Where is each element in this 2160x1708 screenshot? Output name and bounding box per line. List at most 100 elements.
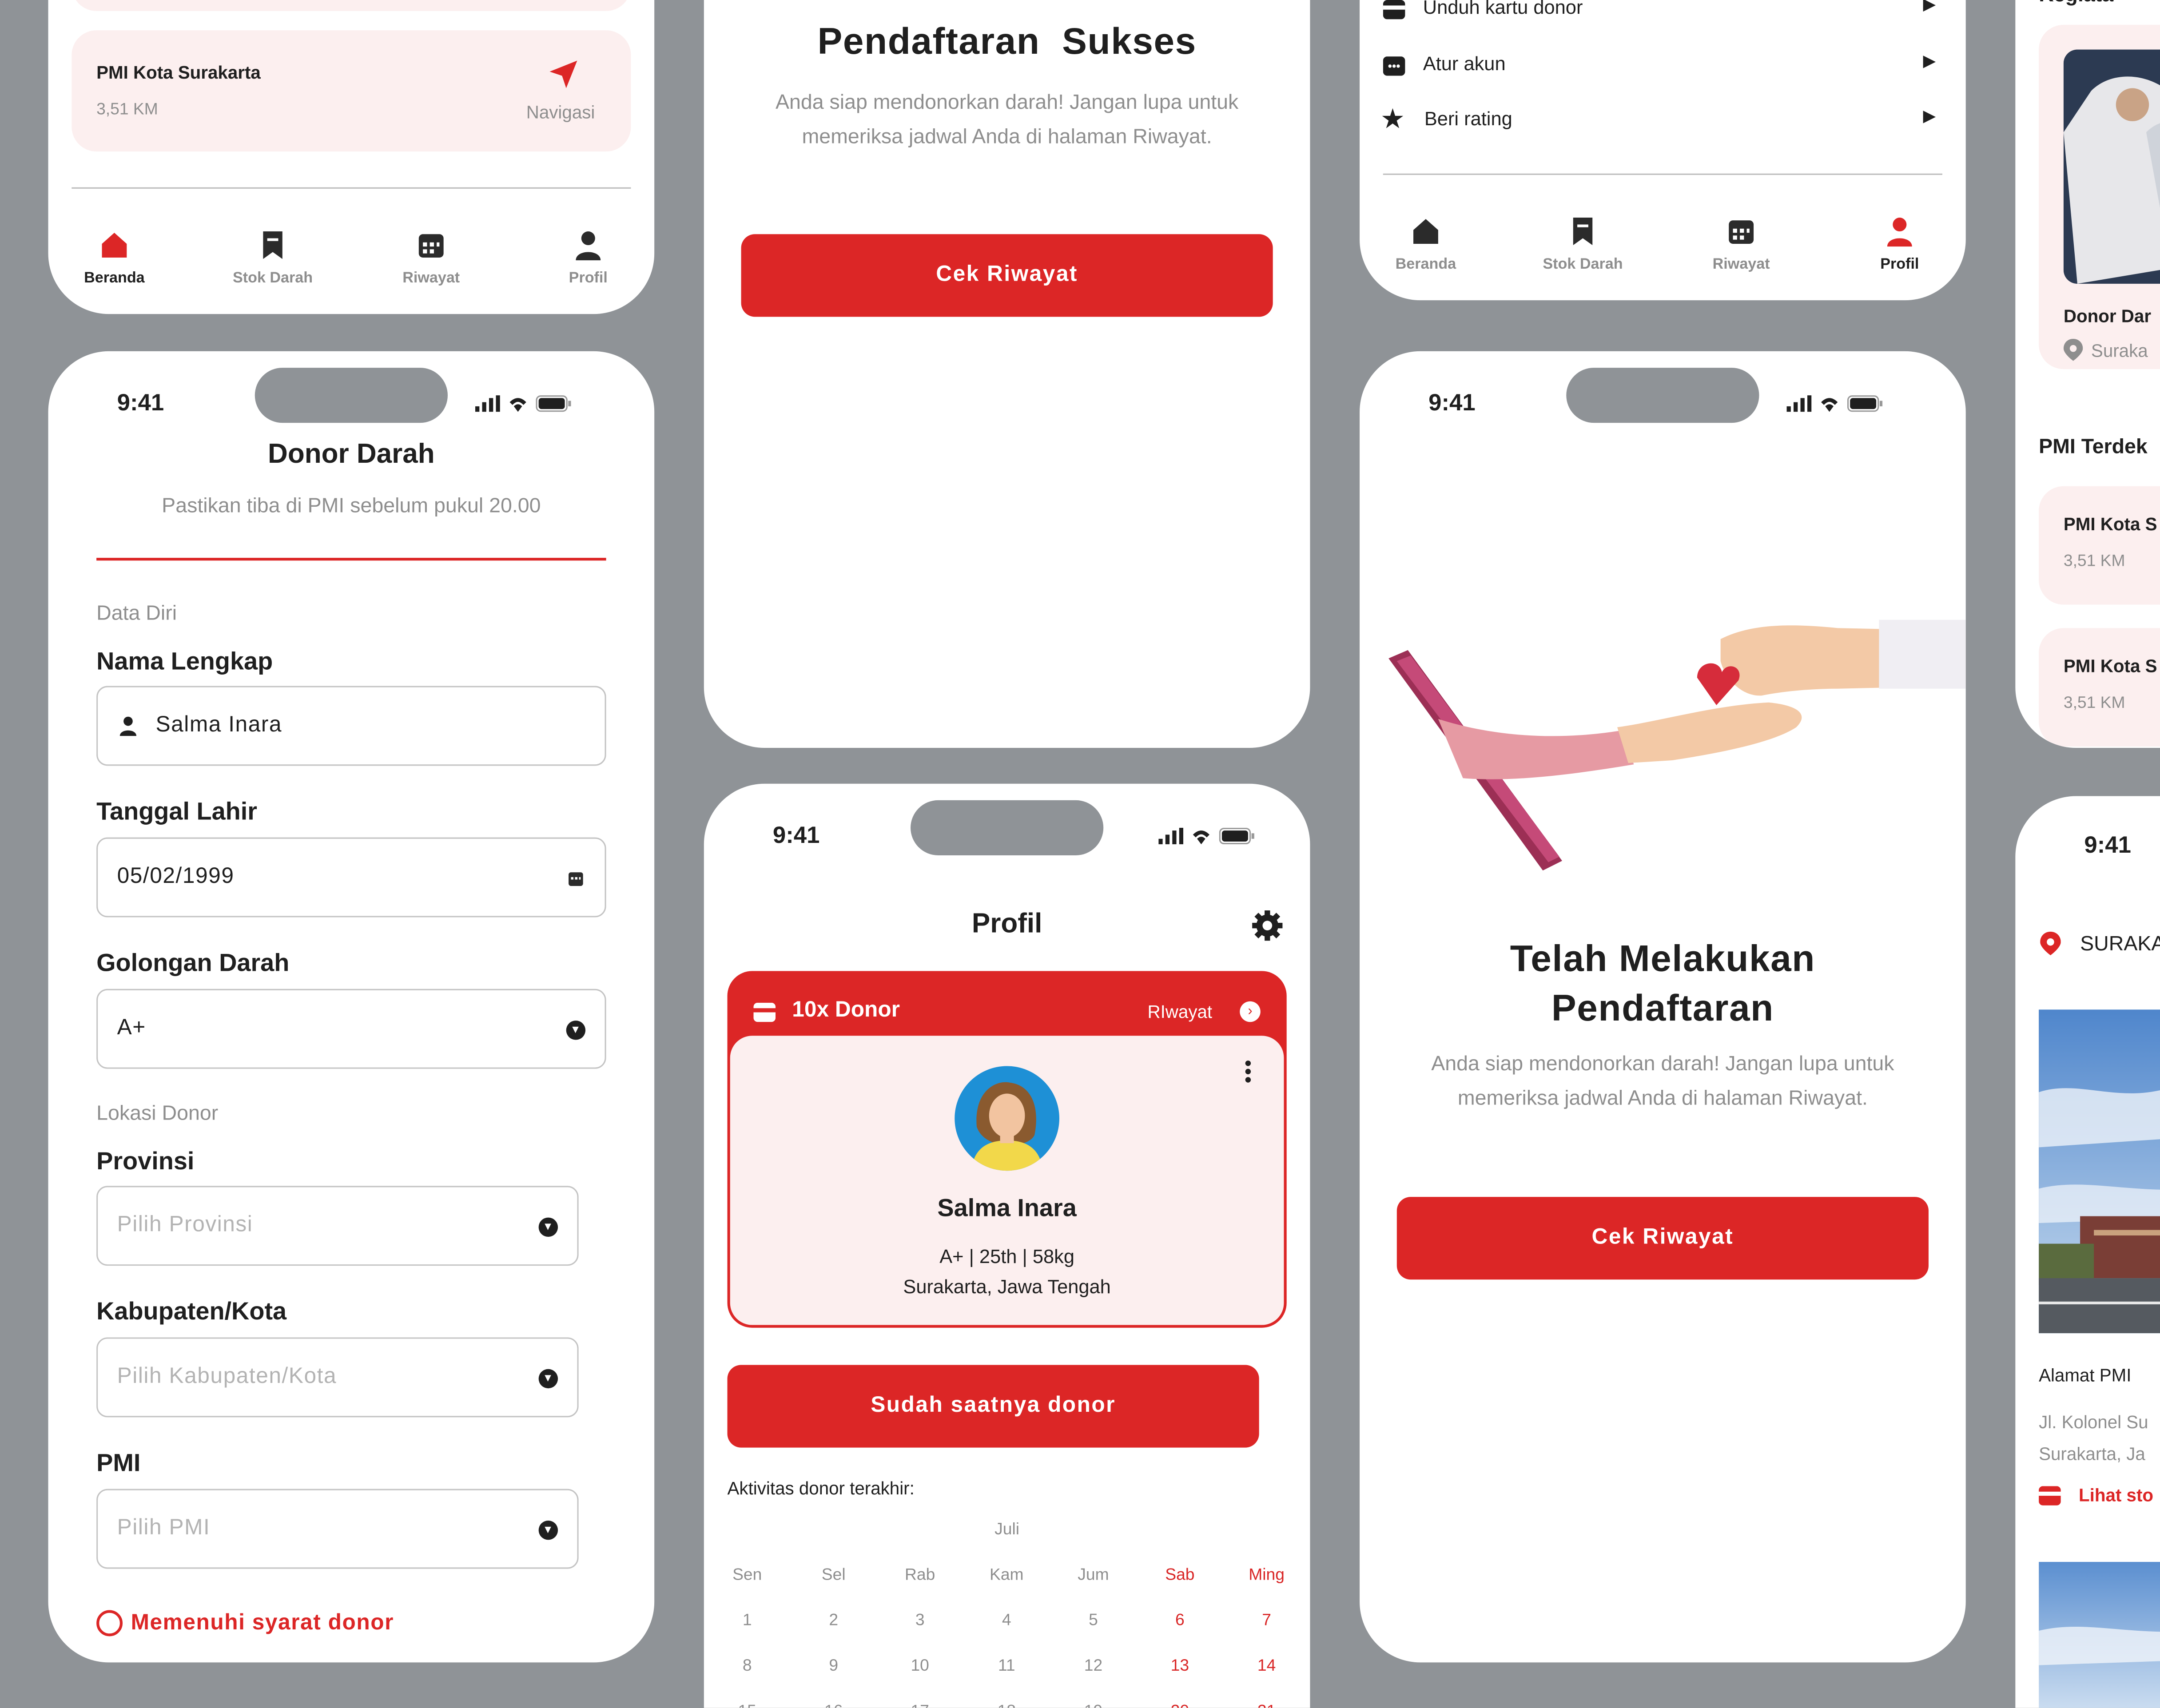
home-screen-bottom: PMI Kota Surakarta 3,51 KM Navigasi Bera… <box>48 0 655 314</box>
home-icon <box>1413 219 1438 244</box>
chevron-down-icon: ▼ <box>538 1369 558 1389</box>
chevron-right-icon[interactable]: › <box>1240 1001 1261 1022</box>
nav-profil[interactable]: Profil <box>1838 215 1961 273</box>
nav-divider <box>1383 173 1942 175</box>
nav-stok-darah[interactable]: Stok Darah <box>211 229 335 286</box>
nav-beranda[interactable]: Beranda <box>52 229 176 286</box>
calendar-day[interactable]: 17 <box>877 1687 963 1708</box>
wifi-icon <box>509 398 526 412</box>
calendar-day[interactable]: 16 <box>791 1687 877 1708</box>
city-select[interactable]: Pilih Kabupaten/Kota ▼ <box>96 1337 579 1418</box>
event-card[interactable]: Donor Dar Suraka <box>2039 24 2160 369</box>
star-icon: ★ <box>1380 104 1405 135</box>
registered-title: Telah Melakukan Pendaftaran <box>1510 938 1815 1029</box>
calendar-day[interactable]: 14 <box>1223 1642 1310 1687</box>
address-line-1: Jl. Kolonel Su <box>2039 1411 2148 1433</box>
section-location: Lokasi Donor <box>96 1102 219 1125</box>
calendar-day[interactable]: 13 <box>1137 1642 1223 1687</box>
donation-calendar: Sen Sel Rab Kam Jum Sab Ming 1 2 3 4 5 6… <box>704 1551 1310 1708</box>
nav-beranda[interactable]: Beranda <box>1364 215 1488 273</box>
status-time: 9:41 <box>1428 389 1476 416</box>
calendar-day[interactable]: 10 <box>877 1642 963 1687</box>
calendar-day[interactable]: 11 <box>963 1642 1050 1687</box>
pmi-card[interactable]: PMI Kota S 3,51 KM <box>2039 628 2160 747</box>
stock-link-label: Lihat sto <box>2079 1485 2154 1505</box>
eligibility-check[interactable]: Memenuhi syarat donor <box>96 1610 394 1637</box>
more-icon[interactable] <box>1245 1061 1254 1083</box>
dynamic-island <box>255 368 448 423</box>
calendar-day[interactable]: 8 <box>704 1642 791 1687</box>
nav-divider <box>72 187 631 189</box>
dob-field[interactable]: 05/02/1999 <box>96 837 606 918</box>
calendar-day[interactable]: 1 <box>704 1597 791 1642</box>
pmi-card-name: PMI Kota Surakarta <box>96 62 261 83</box>
event-photo <box>2063 49 2160 284</box>
pmi-building-photo <box>2039 1009 2160 1334</box>
address-line-2: Surakarta, Ja <box>2039 1443 2145 1464</box>
pmi-select[interactable]: Pilih PMI ▼ <box>96 1489 579 1569</box>
success-title: Pendaftaran Sukses <box>817 20 1197 62</box>
blood-select[interactable]: A+ ▼ <box>96 989 606 1069</box>
calendar-day[interactable]: 2 <box>791 1597 877 1642</box>
battery-icon <box>1219 827 1254 845</box>
status-icons <box>1158 827 1255 845</box>
navigate-icon[interactable] <box>547 58 580 98</box>
menu-item-download-card[interactable]: Unduh kartu donor ▶ <box>1383 0 1948 30</box>
page-subtitle: Pastikan tiba di PMI sebelum pukul 20.00 <box>162 494 541 518</box>
nav-beranda-label: Beranda <box>84 270 145 287</box>
battery-icon <box>1847 395 1883 412</box>
calendar-day[interactable]: 15 <box>704 1687 791 1708</box>
menu-item-account[interactable]: Atur akun ▶ <box>1383 51 1948 87</box>
nav-profil-label: Profil <box>1880 256 1919 273</box>
dob-label: Tanggal Lahir <box>96 797 257 825</box>
donate-now-button[interactable]: Sudah saatnya donor <box>727 1365 1259 1448</box>
activity-label: Aktivitas donor terakhir: <box>727 1478 915 1499</box>
nav-riwayat[interactable]: Riwayat <box>1679 215 1803 273</box>
pmi-card[interactable]: PMI Kota Surakarta 3,51 KM Navigasi <box>72 30 631 152</box>
menu-item-rating[interactable]: ★ Beri rating ▶ <box>1380 105 1948 142</box>
event-location-label: Suraka <box>2091 339 2148 361</box>
pmi-card-distance: 3,51 KM <box>2063 551 2125 570</box>
calendar-day[interactable]: 12 <box>1050 1642 1137 1687</box>
dob-value: 05/02/1999 <box>117 865 235 889</box>
nav-riwayat[interactable]: Riwayat <box>369 229 493 286</box>
calendar-day[interactable]: 21 <box>1223 1687 1310 1708</box>
name-field[interactable]: Salma Inara <box>96 686 606 766</box>
calendar-day[interactable]: 6 <box>1137 1597 1223 1642</box>
history-link[interactable]: RIwayat <box>1147 1001 1212 1022</box>
weekday: Sab <box>1165 1564 1195 1584</box>
donation-illustration <box>1383 620 1966 889</box>
blood-bag-icon <box>263 231 282 259</box>
menu-item-label: Atur akun <box>1423 52 1506 75</box>
province-select[interactable]: Pilih Provinsi ▼ <box>96 1186 579 1266</box>
calendar-day[interactable]: 20 <box>1137 1687 1223 1708</box>
battery-icon <box>536 395 571 412</box>
pmi-building-photo-2 <box>2039 1561 2160 1708</box>
eligibility-label: Memenuhi syarat donor <box>131 1611 394 1634</box>
nav-profil[interactable]: Profil <box>526 229 650 286</box>
menu-item-label: Unduh kartu donor <box>1423 0 1583 18</box>
calendar-day[interactable]: 7 <box>1223 1597 1310 1642</box>
card-icon <box>753 1002 776 1022</box>
navigate-label[interactable]: Navigasi <box>526 102 595 123</box>
nav-stok-darah[interactable]: Stok Darah <box>1521 215 1645 273</box>
calendar-week: 1 2 3 4 5 6 7 <box>704 1597 1310 1642</box>
calendar-day[interactable]: 3 <box>877 1597 963 1642</box>
activities-heading: Kegiata <box>2039 0 2113 7</box>
cek-riwayat-button[interactable]: Cek Riwayat <box>1396 1197 1929 1280</box>
pmi-detail-partial: 9:41 SURAKA Alamat PMI Jl. Kolonel Su Su… <box>2015 796 2160 1708</box>
calendar-day[interactable]: 4 <box>963 1597 1050 1642</box>
calendar-day[interactable]: 9 <box>791 1642 877 1687</box>
weekday: Sel <box>821 1564 846 1584</box>
stock-link[interactable]: Lihat sto <box>2039 1485 2153 1505</box>
calendar-day[interactable]: 5 <box>1050 1597 1137 1642</box>
calendar-week: 15 16 17 18 19 20 21 <box>704 1687 1310 1708</box>
user-icon <box>119 716 137 736</box>
settings-gear-icon[interactable] <box>1251 909 1284 949</box>
calendar-day[interactable]: 18 <box>963 1687 1050 1708</box>
cek-riwayat-button[interactable]: Cek Riwayat <box>741 234 1273 317</box>
profile-card-inner: Salma Inara A+ | 25th | 58kg Surakarta, … <box>730 1036 1284 1325</box>
pmi-card[interactable]: PMI Kota S 3,51 KM <box>2039 486 2160 605</box>
calendar-day[interactable]: 19 <box>1050 1687 1137 1708</box>
status-icons <box>1786 395 1883 412</box>
